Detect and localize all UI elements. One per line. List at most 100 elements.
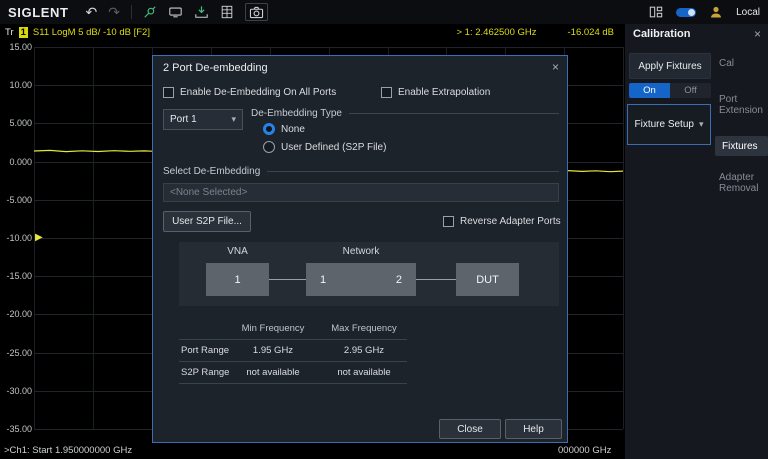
tab-adapter-removal[interactable]: Adapter Removal bbox=[719, 172, 765, 194]
tab-cal[interactable]: Cal bbox=[719, 58, 765, 69]
deembedding-dialog: 2 Port De-embedding × Enable De-Embeddin… bbox=[152, 55, 568, 443]
max-frequency-header: Max Frequency bbox=[319, 323, 409, 334]
close-button[interactable]: Close bbox=[439, 419, 501, 439]
layout-icon[interactable] bbox=[649, 3, 663, 21]
y-axis-tick: 10.00 bbox=[2, 79, 32, 91]
table-separator bbox=[179, 383, 407, 384]
checkbox-box[interactable] bbox=[381, 87, 392, 98]
table-cell: not available bbox=[319, 367, 409, 378]
enable-all-ports-checkbox[interactable]: Enable De-Embedding On All Ports bbox=[163, 87, 336, 98]
channel-start-label: >Ch1: Start 1.950000000 GHz bbox=[4, 445, 132, 456]
network-label: Network bbox=[306, 246, 416, 257]
channel-stop-label: 000000 GHz bbox=[558, 445, 611, 456]
vna-node: 1 bbox=[206, 263, 269, 296]
redo-icon[interactable]: ↷ bbox=[108, 3, 120, 21]
fixtures-on-button[interactable]: On bbox=[629, 83, 670, 98]
port-select[interactable]: Port 1 ▾ bbox=[163, 109, 243, 130]
siglent-logo: SIGLENT bbox=[8, 5, 69, 20]
group-title-rule bbox=[349, 113, 559, 114]
toolbar-divider bbox=[131, 5, 132, 19]
panel-title: Calibration bbox=[633, 28, 690, 40]
reference-level-marker-icon: ▶ bbox=[35, 232, 43, 244]
chevron-down-icon: ▾ bbox=[231, 114, 236, 125]
radio-label: None bbox=[281, 124, 305, 135]
file-manager-icon[interactable] bbox=[220, 3, 234, 21]
y-axis-tick: 5.000 bbox=[2, 117, 32, 129]
checkbox-box[interactable] bbox=[443, 216, 454, 227]
toolbar-right-group: Local bbox=[649, 3, 760, 21]
help-button[interactable]: Help bbox=[505, 419, 562, 439]
save-icon[interactable] bbox=[194, 3, 209, 21]
trace-segment-right bbox=[568, 171, 623, 172]
fixture-setup-button[interactable]: Fixture Setup ▾ bbox=[627, 104, 711, 145]
y-axis-tick: 15.00 bbox=[2, 41, 32, 53]
vna-label: VNA bbox=[206, 246, 269, 257]
checkbox-label: Enable Extrapolation bbox=[398, 87, 490, 98]
radio-button[interactable] bbox=[263, 123, 275, 135]
table-row-name: S2P Range bbox=[181, 367, 229, 378]
probe-cal-icon[interactable] bbox=[143, 3, 157, 21]
y-axis-tick: -25.00 bbox=[2, 347, 32, 359]
group-title-text: Select De-Embedding bbox=[163, 166, 260, 177]
table-cell: not available bbox=[231, 367, 315, 378]
radio-label: User Defined (S2P File) bbox=[281, 142, 386, 153]
selected-s2p-file-field[interactable]: <None Selected> bbox=[163, 183, 559, 202]
y-axis-tick: -10.00 bbox=[2, 232, 32, 244]
y-axis-tick: 0.000 bbox=[2, 156, 32, 168]
apply-fixtures-button[interactable]: Apply Fixtures bbox=[629, 53, 711, 79]
type-user-defined-radio[interactable]: User Defined (S2P File) bbox=[263, 141, 386, 153]
calibration-panel: Calibration × Apply Fixtures On Off Fixt… bbox=[625, 24, 768, 459]
dialog-close-icon[interactable]: × bbox=[552, 60, 559, 74]
type-none-radio[interactable]: None bbox=[263, 123, 305, 135]
vna-port-number: 1 bbox=[234, 274, 240, 286]
dut-label: DUT bbox=[476, 274, 499, 286]
dialog-title: 2 Port De-embedding bbox=[163, 62, 268, 74]
y-axis-tick: -5.000 bbox=[2, 194, 32, 206]
y-axis-tick: -20.00 bbox=[2, 308, 32, 320]
tab-port-extension[interactable]: Port Extension bbox=[719, 94, 765, 116]
display-icon[interactable] bbox=[168, 3, 183, 21]
group-title-rule bbox=[267, 171, 559, 172]
table-row-name: Port Range bbox=[181, 345, 229, 356]
tab-fixtures[interactable]: Fixtures bbox=[715, 136, 768, 156]
port-select-value: Port 1 bbox=[170, 114, 197, 125]
marker-amplitude-readout: -16.024 dB bbox=[568, 27, 614, 38]
network-port-2: 2 bbox=[396, 274, 402, 286]
connector-line bbox=[416, 279, 456, 280]
y-axis-tick: -30.00 bbox=[2, 385, 32, 397]
chevron-down-icon: ▾ bbox=[699, 119, 704, 130]
panel-close-icon[interactable]: × bbox=[754, 27, 761, 41]
toggle-knob bbox=[688, 9, 695, 16]
trace-settings-label[interactable]: S11 LogM 5 dB/ -10 dB [F2] bbox=[33, 27, 150, 38]
deembedding-type-group-title: De-Embedding Type bbox=[251, 108, 559, 119]
connector-line bbox=[269, 279, 306, 280]
min-frequency-header: Min Frequency bbox=[231, 323, 315, 334]
trace-number-badge[interactable]: 1 bbox=[19, 27, 28, 38]
top-toolbar: SIGLENT ↶ ↷ Local bbox=[0, 0, 768, 24]
table-separator bbox=[179, 361, 407, 362]
network-topology-diagram: VNA Network 1 1 2 DUT bbox=[179, 242, 559, 306]
fixture-setup-label: Fixture Setup bbox=[634, 119, 693, 130]
select-deembedding-group-title: Select De-Embedding bbox=[163, 166, 559, 177]
radio-button[interactable] bbox=[263, 141, 275, 153]
screenshot-camera-icon[interactable] bbox=[245, 3, 268, 21]
table-cell: 1.95 GHz bbox=[231, 345, 315, 356]
network-node: 1 2 bbox=[306, 263, 416, 296]
trace-number-label[interactable]: Tr bbox=[5, 27, 14, 38]
trace-bar: Tr 1 S11 LogM 5 dB/ -10 dB [F2] > 1: 2.4… bbox=[0, 24, 625, 41]
enable-extrapolation-checkbox[interactable]: Enable Extrapolation bbox=[381, 87, 490, 98]
group-title-text: De-Embedding Type bbox=[251, 108, 342, 119]
user-s2p-file-button[interactable]: User S2P File... bbox=[163, 211, 251, 232]
remote-toggle[interactable] bbox=[676, 8, 696, 17]
table-cell: 2.95 GHz bbox=[319, 345, 409, 356]
checkbox-label: Enable De-Embedding On All Ports bbox=[180, 87, 336, 98]
local-mode-label[interactable]: Local bbox=[736, 7, 760, 18]
checkbox-label: Reverse Adapter Ports bbox=[460, 216, 561, 227]
checkbox-box[interactable] bbox=[163, 87, 174, 98]
y-axis-tick: -15.00 bbox=[2, 270, 32, 282]
user-icon[interactable] bbox=[709, 3, 723, 21]
undo-icon[interactable]: ↶ bbox=[86, 3, 98, 21]
dut-node: DUT bbox=[456, 263, 519, 296]
reverse-adapter-ports-checkbox[interactable]: Reverse Adapter Ports bbox=[443, 216, 561, 227]
fixtures-off-button[interactable]: Off bbox=[670, 83, 711, 98]
